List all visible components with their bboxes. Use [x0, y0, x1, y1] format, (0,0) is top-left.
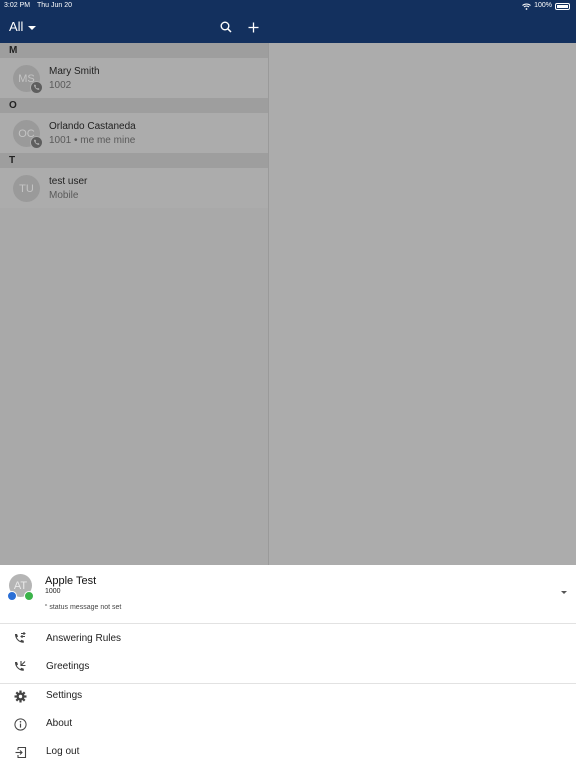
phone-icon	[30, 81, 43, 94]
chat-presence-icon	[7, 591, 17, 601]
menu-greetings[interactable]: Greetings	[0, 654, 576, 682]
contact-row[interactable]: OC Orlando Castaneda 1001 • me me mine	[0, 113, 268, 153]
logout-icon	[13, 745, 27, 759]
status-bar: 3:02 PM Thu Jun 20 100%	[0, 0, 576, 12]
profile-name: Apple Test	[45, 575, 97, 587]
filter-label: All	[9, 19, 24, 34]
avatar: OC	[13, 120, 43, 149]
plus-icon	[248, 22, 258, 32]
contacts-list: M MS Mary Smith 1002 O OC Orlando Castan…	[0, 43, 269, 565]
contact-row[interactable]: MS Mary Smith 1002	[0, 58, 268, 98]
battery-icon	[555, 2, 570, 10]
status-time: 3:02 PM	[4, 2, 31, 9]
wifi-icon	[522, 3, 531, 10]
avatar: AT	[7, 574, 34, 601]
contact-name: Orlando Castaneda	[49, 121, 136, 132]
contact-row[interactable]: TU test user Mobile	[0, 168, 268, 208]
detail-pane	[269, 43, 576, 565]
contact-extension: Mobile	[49, 190, 79, 201]
menu-about[interactable]: About	[0, 711, 576, 739]
profile-extension: 1000	[45, 588, 61, 595]
app-header: All	[0, 12, 576, 43]
quote-icon: “	[45, 604, 48, 611]
search-button[interactable]	[216, 17, 236, 37]
account-sheet: AT Apple Test 1000 “ status message not …	[0, 565, 576, 768]
avatar: TU	[13, 175, 40, 202]
profile-card[interactable]: AT Apple Test 1000 “ status message not …	[0, 565, 576, 624]
menu-settings[interactable]: Settings	[0, 683, 576, 711]
avatar: MS	[13, 65, 43, 94]
section-header-t: T	[0, 153, 268, 168]
contact-name: Mary Smith	[49, 66, 100, 77]
filter-dropdown[interactable]: All	[9, 19, 37, 34]
top-bar: 3:02 PM Thu Jun 20 100% All	[0, 0, 576, 43]
phone-presence-icon	[24, 591, 34, 601]
menu-logout[interactable]: Log out	[0, 739, 576, 767]
menu-answering-rules[interactable]: Answering Rules	[0, 626, 576, 654]
search-icon	[220, 21, 232, 33]
contact-extension: 1002	[49, 80, 72, 91]
chevron-down-icon[interactable]	[561, 591, 567, 594]
phone-icon	[30, 136, 43, 149]
section-header-m: M	[0, 43, 268, 58]
greetings-icon	[13, 660, 27, 674]
status-message[interactable]: “ status message not set	[45, 604, 121, 611]
contact-name: test user	[49, 176, 88, 187]
status-date: Thu Jun 20	[37, 2, 73, 9]
section-header-o: O	[0, 98, 268, 113]
info-icon	[13, 717, 27, 731]
chevron-down-icon	[28, 25, 37, 30]
contact-extension: 1001 • me me mine	[49, 135, 136, 146]
answering-rules-icon	[13, 632, 27, 646]
add-contact-button[interactable]	[243, 17, 263, 37]
battery-percent: 100%	[534, 2, 552, 9]
gear-icon	[13, 689, 27, 703]
